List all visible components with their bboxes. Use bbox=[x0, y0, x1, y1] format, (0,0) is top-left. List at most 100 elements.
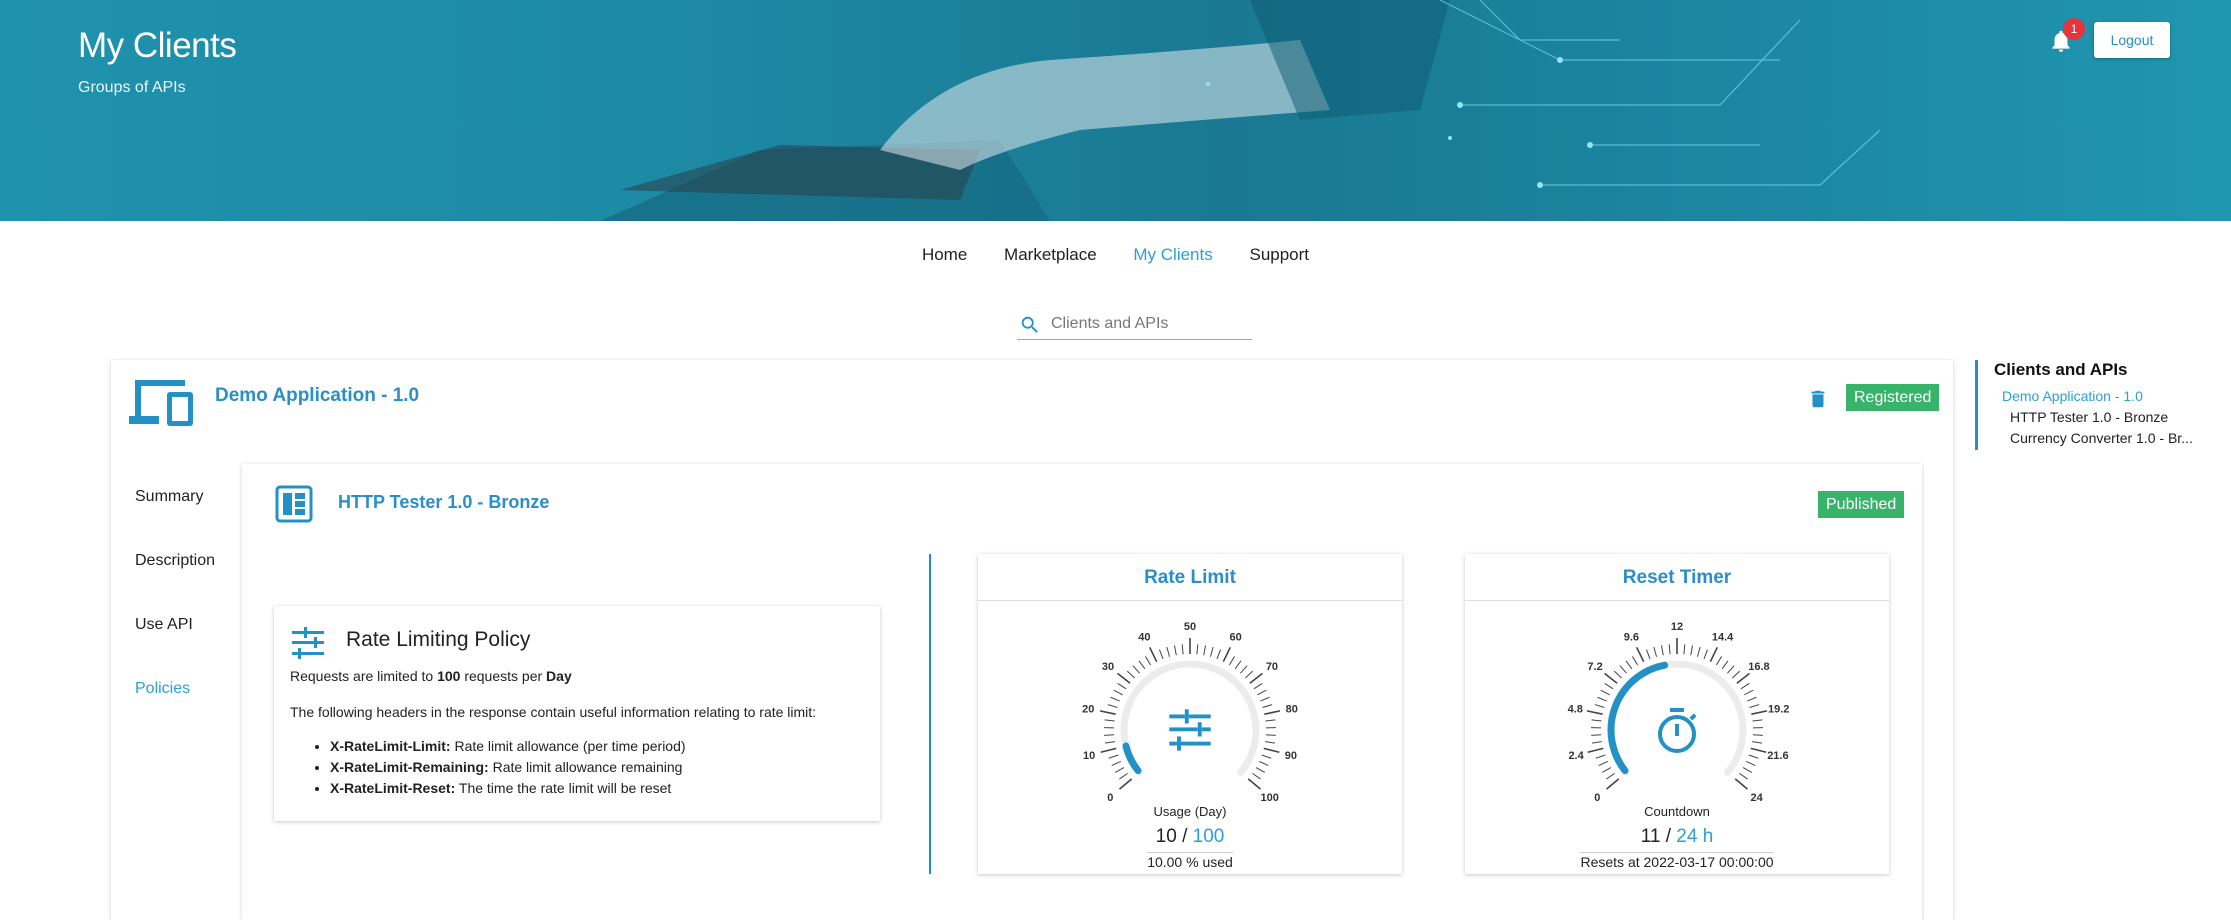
reset-gauge-tick-label: 19.2 bbox=[1768, 703, 1789, 715]
rate-gauge-tick bbox=[1108, 705, 1118, 708]
rate-gauge-tick bbox=[1254, 683, 1262, 688]
rate-gauge-tick bbox=[1105, 720, 1115, 721]
reset-timer-gauge-card: Reset Timer 02.44.87.29.61214.416.819.22… bbox=[1465, 554, 1889, 874]
list-item: X-RateLimit-Remaining: Rate limit allowa… bbox=[330, 759, 686, 775]
nav-item-support[interactable]: Support bbox=[1249, 245, 1309, 265]
rate-gauge-tick bbox=[1127, 671, 1134, 678]
rate-gauge-tick bbox=[1109, 755, 1118, 758]
reset-timer-time: Resets at 2022-03-17 00:00:00 bbox=[1465, 854, 1889, 870]
policy-limit-text: Requests are limited to 100 requests per… bbox=[290, 668, 572, 684]
reset-timer-gauge: 02.44.87.29.61214.416.819.221.624 bbox=[1465, 602, 1889, 802]
reset-gauge-tick bbox=[1752, 720, 1762, 721]
rate-gauge-tick bbox=[1264, 711, 1280, 714]
reset-gauge-tick bbox=[1592, 720, 1602, 721]
reset-gauge-tick bbox=[1752, 742, 1762, 744]
rate-gauge-tick-label: 40 bbox=[1138, 632, 1150, 644]
sidenav-item-summary[interactable]: Summary bbox=[135, 488, 245, 552]
toc-item-demo-application[interactable]: Demo Application - 1.0 bbox=[2002, 388, 2143, 404]
reset-gauge-tick bbox=[1637, 647, 1644, 661]
reset-gauge-tick-label: 4.8 bbox=[1568, 703, 1583, 715]
api-title[interactable]: HTTP Tester 1.0 - Bronze bbox=[338, 492, 549, 513]
reset-gauge-tick bbox=[1620, 666, 1627, 673]
reset-gauge-tick bbox=[1601, 690, 1610, 695]
rate-gauge-tick bbox=[1248, 779, 1260, 789]
logout-button[interactable]: Logout bbox=[2094, 22, 2170, 58]
list-item: X-RateLimit-Limit: Rate limit allowance … bbox=[330, 738, 686, 754]
reset-gauge-tick bbox=[1741, 683, 1749, 688]
tune-icon bbox=[290, 626, 326, 660]
rate-gauge-tick bbox=[1259, 761, 1268, 765]
rate-gauge-tick-label: 10 bbox=[1083, 750, 1095, 762]
sidenav-item-description[interactable]: Description bbox=[135, 552, 245, 616]
reset-gauge-tick bbox=[1607, 779, 1619, 789]
reset-gauge-tick bbox=[1597, 697, 1606, 701]
reset-gauge-tick bbox=[1605, 673, 1618, 683]
reset-gauge-tick bbox=[1697, 647, 1700, 657]
reset-gauge-tick bbox=[1747, 697, 1756, 701]
reset-gauge-tick bbox=[1751, 711, 1767, 714]
rate-gauge-tick bbox=[1204, 645, 1206, 655]
rate-gauge-tick bbox=[1118, 683, 1126, 688]
page-subtitle: Groups of APIs bbox=[78, 79, 186, 97]
nav-item-marketplace[interactable]: Marketplace bbox=[1004, 245, 1097, 265]
reset-gauge-tick bbox=[1691, 645, 1693, 655]
rate-gauge-tick bbox=[1115, 768, 1124, 773]
rate-gauge-tick bbox=[1182, 644, 1183, 654]
rate-gauge-tick-label: 70 bbox=[1266, 661, 1278, 673]
reset-gauge-tick-label: 21.6 bbox=[1767, 750, 1788, 762]
search-input[interactable] bbox=[1051, 312, 1247, 336]
reset-timer-title: Reset Timer bbox=[1465, 554, 1889, 601]
rate-gauge-tick-label: 100 bbox=[1260, 792, 1278, 802]
reset-gauge-tick bbox=[1727, 666, 1734, 673]
rate-gauge-tick bbox=[1100, 711, 1116, 714]
reset-gauge-tick-label: 0 bbox=[1594, 792, 1600, 802]
rate-gauge-tick bbox=[1265, 720, 1275, 721]
rate-gauge-value-arc bbox=[1126, 746, 1138, 771]
nav-item-my-clients[interactable]: My Clients bbox=[1133, 245, 1212, 265]
client-title[interactable]: Demo Application - 1.0 bbox=[215, 385, 419, 407]
sidenav-item-policies[interactable]: Policies bbox=[135, 680, 245, 744]
rate-gauge-tick-label: 90 bbox=[1285, 750, 1297, 762]
reset-timer-caption: Countdown bbox=[1465, 804, 1889, 819]
rate-gauge-tick-label: 60 bbox=[1229, 632, 1241, 644]
reset-gauge-tick bbox=[1599, 761, 1608, 765]
reset-gauge-tick bbox=[1750, 705, 1760, 708]
reset-gauge-tick bbox=[1654, 647, 1657, 657]
toc-title: Clients and APIs bbox=[1994, 360, 2128, 380]
nav-item-home[interactable]: Home bbox=[922, 245, 967, 265]
rate-gauge-tick bbox=[1262, 755, 1271, 758]
toc-item-currency-converter[interactable]: Currency Converter 1.0 - Br... bbox=[2010, 430, 2193, 446]
reset-gauge-tick-label: 7.2 bbox=[1587, 661, 1602, 673]
rate-gauge-tick bbox=[1145, 656, 1150, 665]
toc-item-http-tester[interactable]: HTTP Tester 1.0 - Bronze bbox=[2010, 409, 2168, 425]
api-card: HTTP Tester 1.0 - Bronze Published Rate … bbox=[242, 464, 1922, 920]
reset-gauge-tick bbox=[1732, 671, 1739, 678]
main-nav: Home Marketplace My Clients Support bbox=[0, 245, 2231, 271]
reset-gauge-tick bbox=[1735, 779, 1747, 789]
reset-gauge-tick-label: 24 bbox=[1751, 792, 1764, 802]
reset-timer-value: 11 / 24 h bbox=[1465, 826, 1889, 848]
rate-gauge-tick bbox=[1101, 748, 1117, 752]
rate-gauge-tick bbox=[1266, 735, 1276, 736]
rate-gauge-tick bbox=[1104, 735, 1114, 736]
reset-gauge-tick-label: 16.8 bbox=[1748, 661, 1769, 673]
trash-icon[interactable] bbox=[1807, 387, 1829, 411]
rate-gauge-tick bbox=[1217, 650, 1221, 659]
reset-gauge-tick bbox=[1592, 742, 1602, 744]
search-icon bbox=[1019, 314, 1041, 336]
reset-gauge-tick bbox=[1632, 656, 1637, 665]
reset-gauge-tick bbox=[1587, 711, 1603, 714]
rate-limit-caption: Usage (Day) bbox=[978, 804, 1402, 819]
rate-gauge-tick-label: 30 bbox=[1102, 661, 1114, 673]
rate-gauge-tick bbox=[1167, 647, 1170, 657]
devices-icon bbox=[127, 376, 195, 426]
rate-gauge-tick bbox=[1114, 690, 1123, 695]
stopwatch-icon bbox=[1660, 708, 1697, 751]
reset-gauge-tick bbox=[1737, 673, 1750, 683]
reset-gauge-tick bbox=[1614, 671, 1621, 678]
sidenav-item-use-api[interactable]: Use API bbox=[135, 616, 245, 680]
rate-gauge-tick-label: 50 bbox=[1184, 621, 1196, 633]
reset-gauge-tick bbox=[1753, 735, 1763, 736]
reset-gauge-tick bbox=[1605, 683, 1613, 688]
rate-gauge-tick bbox=[1112, 761, 1121, 765]
